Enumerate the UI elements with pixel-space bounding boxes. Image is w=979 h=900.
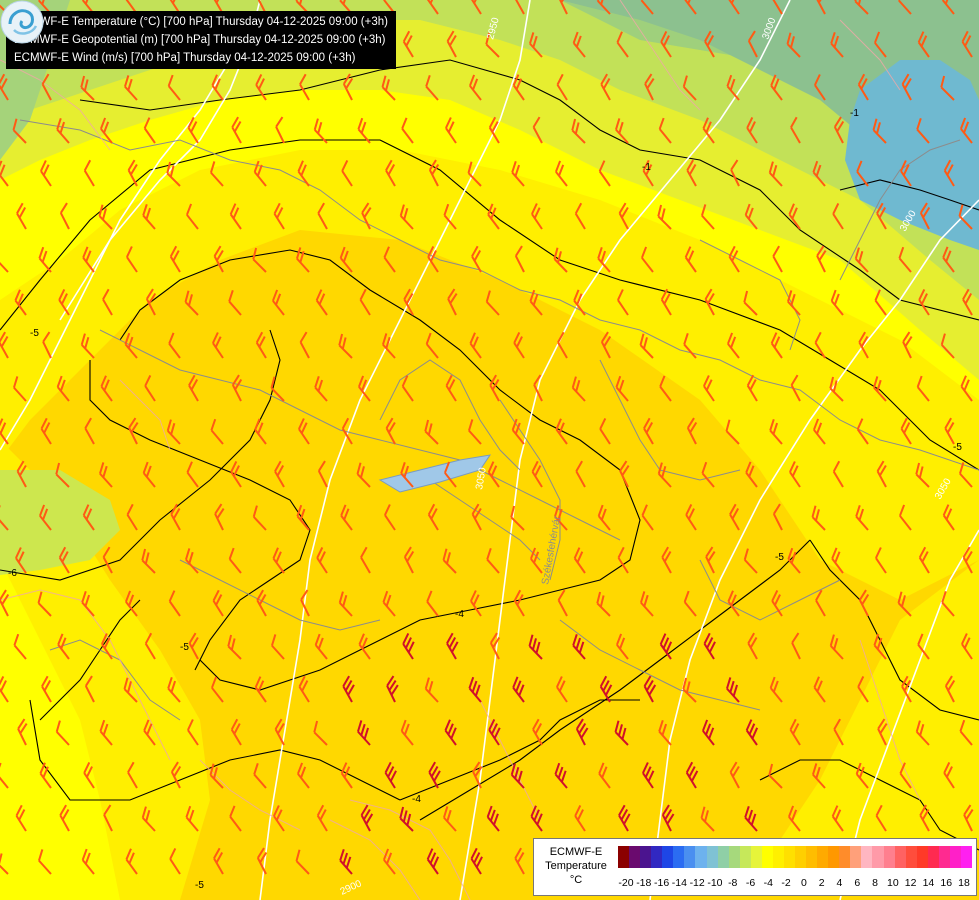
legend-color-scale: [618, 846, 972, 868]
legend-swatch: [673, 846, 685, 868]
swirl-logo-icon: [0, 0, 44, 44]
legend-swatch: [783, 846, 795, 868]
legend-swatch: [817, 846, 829, 868]
legend-variable: Temperature: [545, 860, 607, 872]
legend-swatch: [662, 846, 674, 868]
legend-unit: °C: [569, 874, 583, 886]
isotherm-label: -1: [642, 162, 651, 173]
legend-swatch: [750, 846, 762, 868]
legend-swatch: [684, 846, 696, 868]
legend-tick-label: 10: [886, 877, 899, 889]
legend-swatch: [761, 846, 773, 868]
legend-swatch: [861, 846, 873, 868]
legend-tick-label: -4: [763, 877, 773, 889]
legend-swatch: [651, 846, 663, 868]
temperature-legend: ECMWF-E Temperature °C -20 -18 -16 -14 -12 -1…: [533, 838, 977, 896]
legend-title: ECMWF-E Temperature °C: [534, 845, 618, 887]
legend-swatch: [795, 846, 807, 868]
legend-swatch: [960, 846, 972, 868]
weather-map[interactable]: -1 -1 -5 -5 -6 -4 -5 -4 -5 -5 2950 3000 …: [0, 0, 979, 900]
legend-ticks: -20 -18 -16 -14 -12 -10 -8 -6 -4 -2 0 2 4 6 8 10 12 14 16 1…: [618, 877, 972, 891]
legend-tick-label: -2: [781, 877, 791, 889]
layer-info-wind: ECMWF-E Wind (m/s) [700 hPa] Thursday 04…: [14, 52, 356, 64]
legend-tick-label: 4: [836, 877, 843, 889]
legend-tick-label: -14: [671, 877, 687, 889]
legend-tick-label: -6: [745, 877, 756, 889]
isotherm-label: -5: [953, 442, 962, 453]
legend-tick-label: 0: [800, 877, 807, 889]
legend-swatch: [938, 846, 950, 868]
legend-tick-label: 6: [854, 877, 861, 889]
isotherm-label: -5: [180, 642, 189, 653]
legend-swatch: [905, 846, 917, 868]
legend-swatch: [949, 846, 961, 868]
layer-info-geopotential: ECMWF-E Geopotential (m) [700 hPa] Thurs…: [14, 34, 386, 46]
legend-swatch: [706, 846, 718, 868]
legend-tick-label: -18: [636, 877, 652, 889]
isotherm-label: -4: [455, 609, 464, 620]
legend-tick-label: 2: [818, 877, 825, 889]
isotherm-label: -5: [30, 328, 39, 339]
legend-swatch: [806, 846, 818, 868]
isotherm-label: -5: [775, 552, 784, 563]
legend-tick-label: -12: [689, 877, 705, 889]
legend-model: ECMWF-E: [549, 846, 603, 858]
legend-swatch: [828, 846, 840, 868]
legend-swatch: [618, 846, 630, 868]
legend-tick-label: 18: [958, 877, 970, 889]
legend-swatch: [839, 846, 851, 868]
legend-swatch: [872, 846, 884, 868]
layer-info-temperature: ECMWF-E Temperature (°C) [700 hPa] Thurs…: [14, 16, 388, 28]
legend-tick-label: -16: [653, 877, 670, 889]
legend-swatch: [916, 846, 928, 868]
legend-swatch: [850, 846, 862, 868]
legend-swatch: [739, 846, 751, 868]
legend-tick-label: -8: [728, 877, 738, 889]
legend-swatch: [772, 846, 784, 868]
layer-info-box: ECMWF-E Temperature (°C) [700 hPa] Thurs…: [6, 11, 396, 69]
isotherm-label: -5: [195, 880, 204, 891]
legend-tick-label: -20: [618, 877, 634, 889]
legend-tick-label: 16: [940, 877, 953, 889]
legend-tick-label: 12: [904, 877, 917, 889]
legend-swatch: [927, 846, 939, 868]
legend-swatch: [717, 846, 729, 868]
temperature-field: -1 -1 -5 -5 -6 -4 -5 -4 -5 -5 2950 3000 …: [0, 0, 979, 900]
legend-swatch: [629, 846, 641, 868]
isotherm-label: -6: [8, 568, 17, 579]
legend-swatch: [695, 846, 707, 868]
legend-tick-label: 14: [922, 877, 935, 889]
legend-swatch: [883, 846, 895, 868]
legend-swatch: [728, 846, 740, 868]
legend-swatch: [894, 846, 906, 868]
legend-tick-label: -10: [707, 877, 723, 889]
isotherm-label: -1: [850, 108, 859, 119]
legend-swatch: [640, 846, 652, 868]
isotherm-label: -4: [412, 794, 421, 805]
legend-tick-label: 8: [872, 877, 878, 889]
